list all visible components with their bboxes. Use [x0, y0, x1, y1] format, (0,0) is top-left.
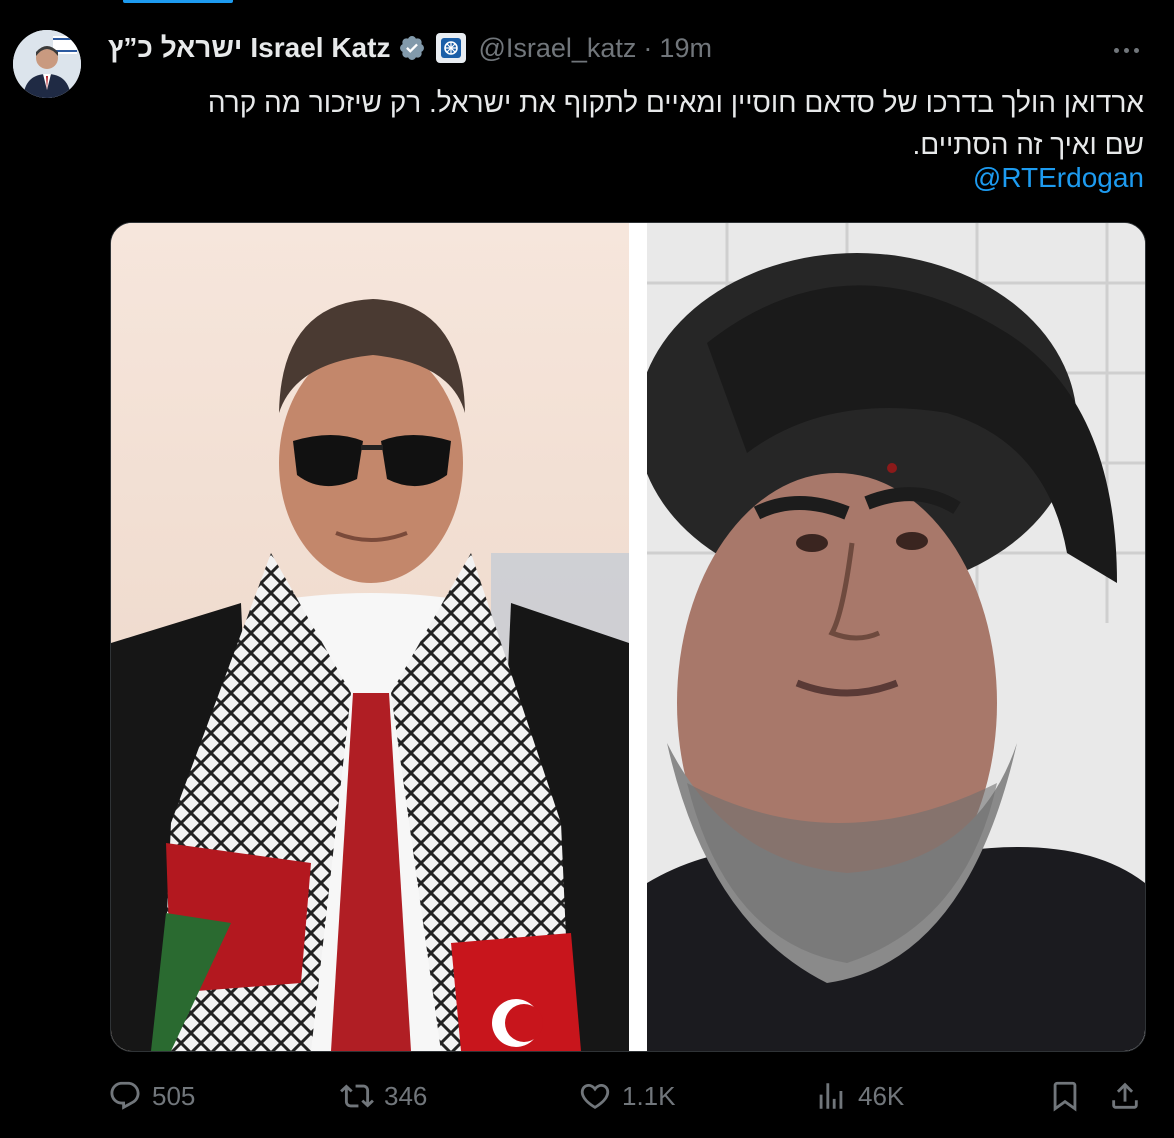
share-icon — [1112, 1082, 1138, 1109]
like-count: 1.1K — [622, 1080, 676, 1111]
mention-link[interactable]: @RTErdogan — [973, 158, 1144, 198]
government-affiliation-icon[interactable] — [436, 33, 467, 63]
author-handle[interactable]: @Israel_katz — [478, 33, 636, 64]
like-button[interactable]: 1.1K — [578, 1074, 676, 1118]
tweet-media[interactable] — [110, 222, 1146, 1052]
views-icon — [819, 1083, 843, 1109]
repost-icon — [340, 1084, 374, 1108]
tweet-text: ארדואן הולך בדרכו של סדאם חוסיין ומאיים … — [108, 82, 1144, 166]
avatar[interactable] — [13, 30, 81, 98]
heart-icon — [580, 1083, 610, 1109]
separator-dot: · — [643, 32, 653, 63]
views-count: 46K — [858, 1080, 905, 1111]
repost-count: 346 — [384, 1080, 428, 1111]
photo-erdogan[interactable] — [111, 223, 629, 1051]
reply-button[interactable]: 505 — [108, 1074, 195, 1118]
reply-count: 505 — [152, 1080, 196, 1111]
bookmark-button[interactable] — [1048, 1074, 1092, 1118]
verified-badge-icon[interactable] — [390, 34, 426, 62]
reply-icon — [110, 1081, 140, 1110]
repost-button[interactable]: 346 — [340, 1074, 427, 1118]
author-name[interactable]: Israel Katz — [250, 32, 390, 64]
bookmark-icon — [1053, 1081, 1077, 1112]
author-name-hebrew[interactable]: ישראל כ”ץ — [108, 32, 242, 64]
share-button[interactable] — [1108, 1074, 1152, 1118]
tweet-text-line-1: ארדואן הולך בדרכו של סדאם חוסיין ומאיים … — [207, 87, 1144, 118]
photo-saddam[interactable] — [647, 223, 1145, 1051]
tweet-header: ישראל כ”ץ Israel Katz @Israel_katz · 19m — [108, 26, 712, 70]
views-button[interactable]: 46K — [814, 1074, 904, 1118]
tweet-actions: 505 346 1.1K 46K — [108, 1074, 1148, 1118]
tweet[interactable]: ישראל כ”ץ Israel Katz @Israel_katz · 19m… — [0, 0, 1174, 1138]
tweet-timestamp[interactable]: 19m — [659, 33, 712, 64]
more-options-icon[interactable] — [1108, 40, 1144, 60]
